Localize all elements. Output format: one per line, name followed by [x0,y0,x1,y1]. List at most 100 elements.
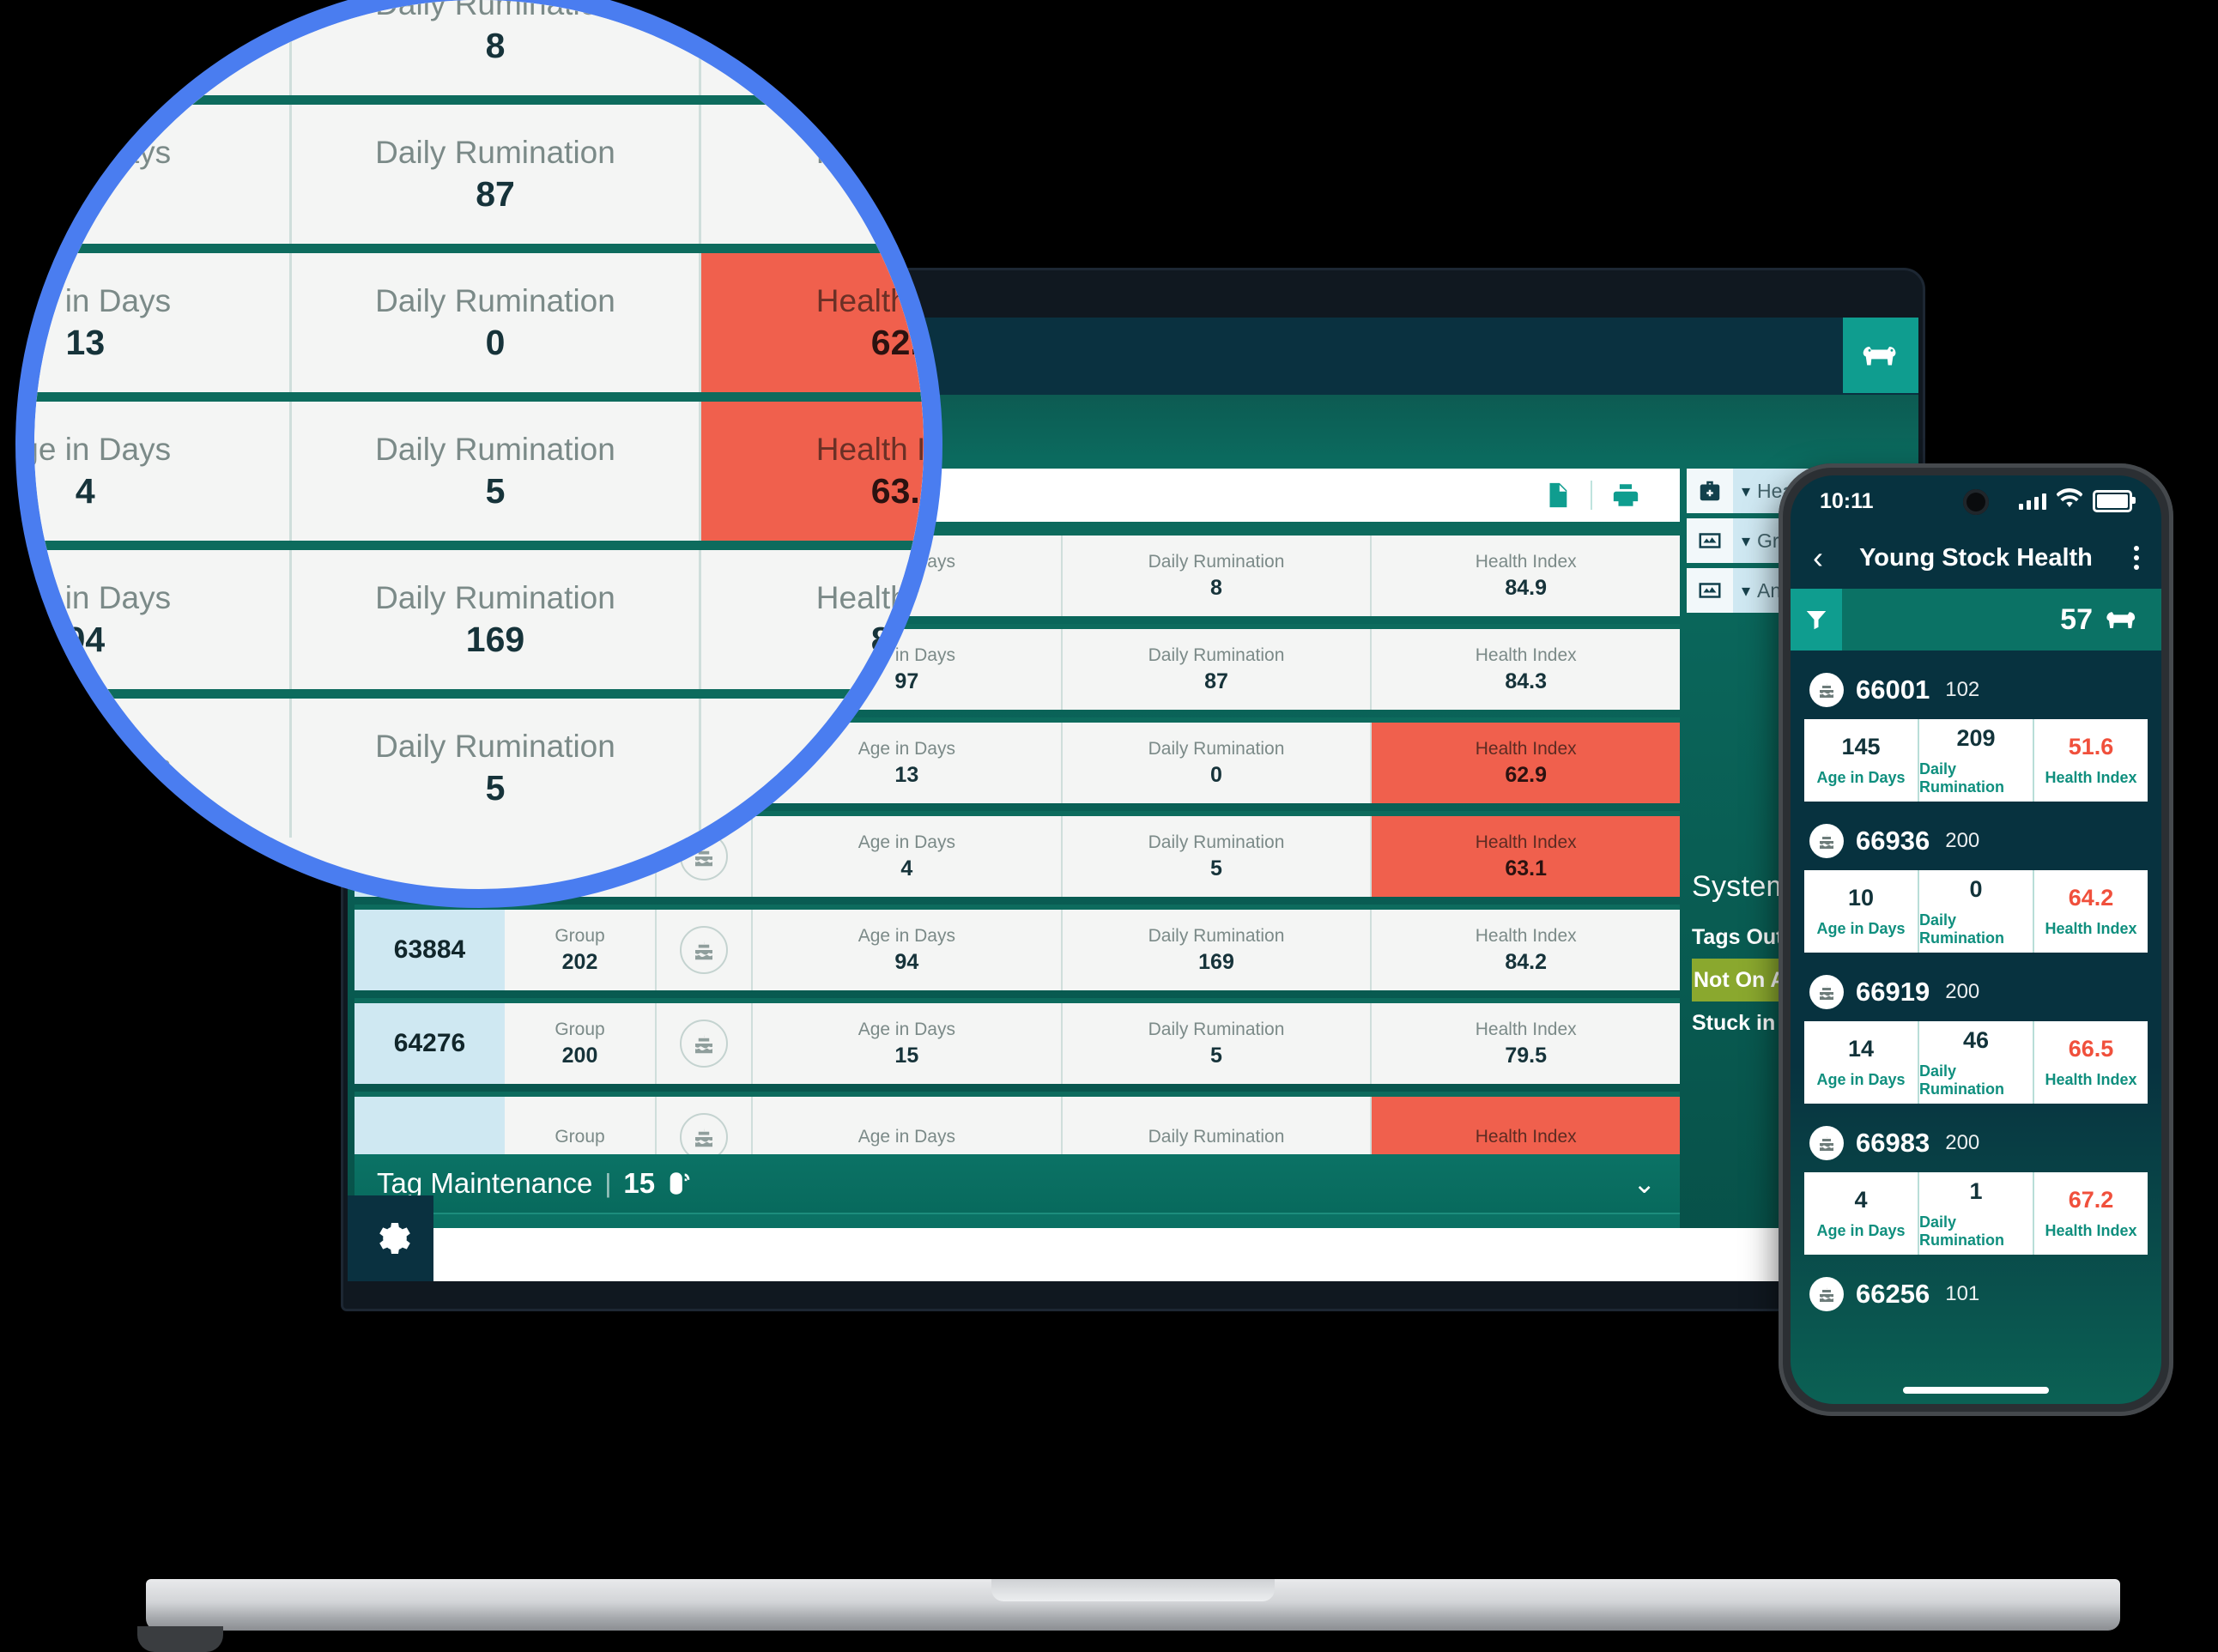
daily-rumination-label: Daily Rumination [375,134,615,170]
magnified-table-row: Age in Days Daily Rumination 8 Health Index [34,0,924,95]
chevron-down-icon[interactable]: ▾ [1742,530,1750,552]
birthday-cake-icon [680,1020,728,1068]
age-in-days-label: Age in Days [15,134,172,170]
phone-app-bar: ‹ Young Stock Health [1791,527,2161,589]
health-index-cell: Health Index 84.2 [1372,910,1680,990]
daily-rumination-cell: Daily Rumination 87 [1063,629,1373,710]
magnified-table-row: Age in Days 94 Daily Rumination 169 Health I… [34,541,924,689]
table-row[interactable]: 63884 Group 202 Age in Days 94 Daily Ruminati… [355,905,1680,990]
birthday-cake-icon [1809,673,1844,707]
group-label: Group [554,1019,605,1039]
magnified-rumination-cell: Daily Rumination 5 [292,402,702,541]
animal-metrics-card[interactable]: 4 Age in Days 1 Daily Rumination 67.2 Health … [1804,1172,2148,1255]
health-index-label: Health Index [1475,551,1577,572]
age-in-days-label: Age in Days [15,282,172,318]
daily-rumination-label: Daily Rumination [375,728,615,764]
age-in-days-label: Age in Days [15,431,172,467]
group-cell: Group 202 [505,910,657,990]
magnifier-loupe: Age in Days Daily Rumination 8 Health Index… [15,0,942,908]
gear-icon[interactable] [348,1195,433,1281]
health-index-value: 84.3 [870,173,940,214]
phone-filter-bar: 57 [1791,589,2161,651]
age-in-days-label: Age in Days [858,1019,955,1039]
animal-id: 66919 [1856,977,1930,1007]
animal-group: 102 [1945,678,1980,701]
metric-label: Daily Rumination [1919,911,2004,947]
daily-rumination-label: Daily Rumination [1148,1019,1285,1039]
chevron-down-icon[interactable]: ▾ [1742,481,1750,502]
animal-header[interactable]: 66001 102 [1791,651,2161,719]
animal-group: 200 [1945,1131,1980,1154]
health-index-label: Health Index [815,282,924,318]
magnified-age-cell: Age in Days 94 [34,550,292,689]
magnified-rumination-cell: Daily Rumination 5 [292,699,702,838]
herd-count-value: 57 [2060,602,2093,636]
magnified-age-cell: Age in Days 4 [15,402,292,541]
birthday-cake-icon [1809,824,1844,858]
animal-id: 66256 [1856,1279,1930,1309]
metric-label: Daily Rumination [1919,1213,2004,1249]
animal-header[interactable]: 66983 200 [1791,1104,2161,1172]
health-index-label: Health Index [1475,644,1577,665]
birthday-cake-icon [1809,1277,1844,1311]
birthday-cake-icon [1809,1126,1844,1160]
tag-icon [670,1172,690,1195]
document-export-icon[interactable] [1537,475,1577,515]
daily-rumination-value: 87 [1204,669,1228,693]
wifi-icon [2056,487,2083,515]
health-index-label: Health Index [815,579,924,615]
table-row[interactable]: 64276 Group 200 Age in Days 15 Daily Ruminati… [355,998,1680,1084]
age-in-days-value: 97 [65,173,106,214]
metric-value: 64.2 [2068,885,2114,911]
magnified-rumination-cell: Daily Rumination 0 [292,253,702,392]
animal-header[interactable]: 66919 200 [1791,953,2161,1021]
laptop-notch [991,1579,1275,1601]
animal-metrics-card[interactable]: 10 Age in Days 0 Daily Rumination 64.2 Health… [1804,870,2148,953]
age-in-days-value: 4 [75,470,95,511]
metric-cell: 51.6 Health Index [2034,719,2148,802]
animal-group: 200 [1945,980,1980,1003]
animal-id-cell[interactable]: 64276 [355,1003,505,1084]
daily-rumination-value: 5 [1210,856,1222,880]
printer-icon[interactable] [1606,475,1645,515]
overflow-menu-icon[interactable] [2134,546,2139,570]
age-in-days-value: 4 [900,856,913,880]
daily-rumination-label: Daily Rumination [375,431,615,467]
metric-cell: 10 Age in Days [1804,870,1919,953]
group-label: Group [554,925,605,946]
health-index-cell: Health Index 62.9 [1372,723,1680,803]
group-value: 202 [561,949,598,974]
battery-icon [2093,490,2136,512]
age-in-days-label: Age in Days [15,748,172,784]
daily-rumination-value: 8 [1210,575,1222,600]
chevron-down-icon[interactable]: ⌄ [1633,1170,1656,1197]
age-in-days-label: Age in Days [858,1126,955,1147]
health-index-value: 63.1 [870,470,940,511]
daily-rumination-label: Daily Rumination [1148,551,1285,572]
birthday-cell [657,1003,753,1084]
laptop-foot [137,1626,223,1652]
tag-maintenance-bar[interactable]: Tag Maintenance | 15 ⌄ [355,1154,1680,1214]
health-index-cell: Health Index 84.9 [1372,536,1680,616]
daily-rumination-value: 0 [485,322,506,362]
phone-animal-list[interactable]: 66001 102 145 Age in Days 209 Daily Ruminatio… [1791,651,2161,1404]
cow-icon[interactable] [1843,318,1918,393]
filter-funnel-icon[interactable] [1791,589,1842,651]
animal-header[interactable]: 66936 200 [1791,802,2161,870]
back-chevron-icon[interactable]: ‹ [1813,542,1823,573]
daily-rumination-label: Daily Rumination [1148,1126,1285,1147]
metric-value: 4 [1854,1187,1868,1213]
daily-rumination-label: Daily Rumination [1148,925,1285,946]
magnified-health-index-cell: Health Index84.3 [701,105,942,244]
health-index-label: Health Index [815,134,942,170]
bar-separator: | [604,1168,612,1198]
animal-metrics-card[interactable]: 145 Age in Days 209 Daily Rumination 51.6 Hea… [1804,719,2148,802]
chevron-down-icon[interactable]: ▾ [1742,580,1750,602]
magnified-health-index-cell: Health Index [701,699,924,838]
animal-header[interactable]: 66256 101 [1791,1255,2161,1323]
group-report-icon [1687,518,1733,563]
laptop-base [146,1579,2120,1631]
animal-metrics-card[interactable]: 14 Age in Days 46 Daily Rumination 66.5 Healt… [1804,1021,2148,1104]
animal-id-cell[interactable]: 63884 [355,910,505,990]
metric-value: 10 [1847,885,1875,911]
